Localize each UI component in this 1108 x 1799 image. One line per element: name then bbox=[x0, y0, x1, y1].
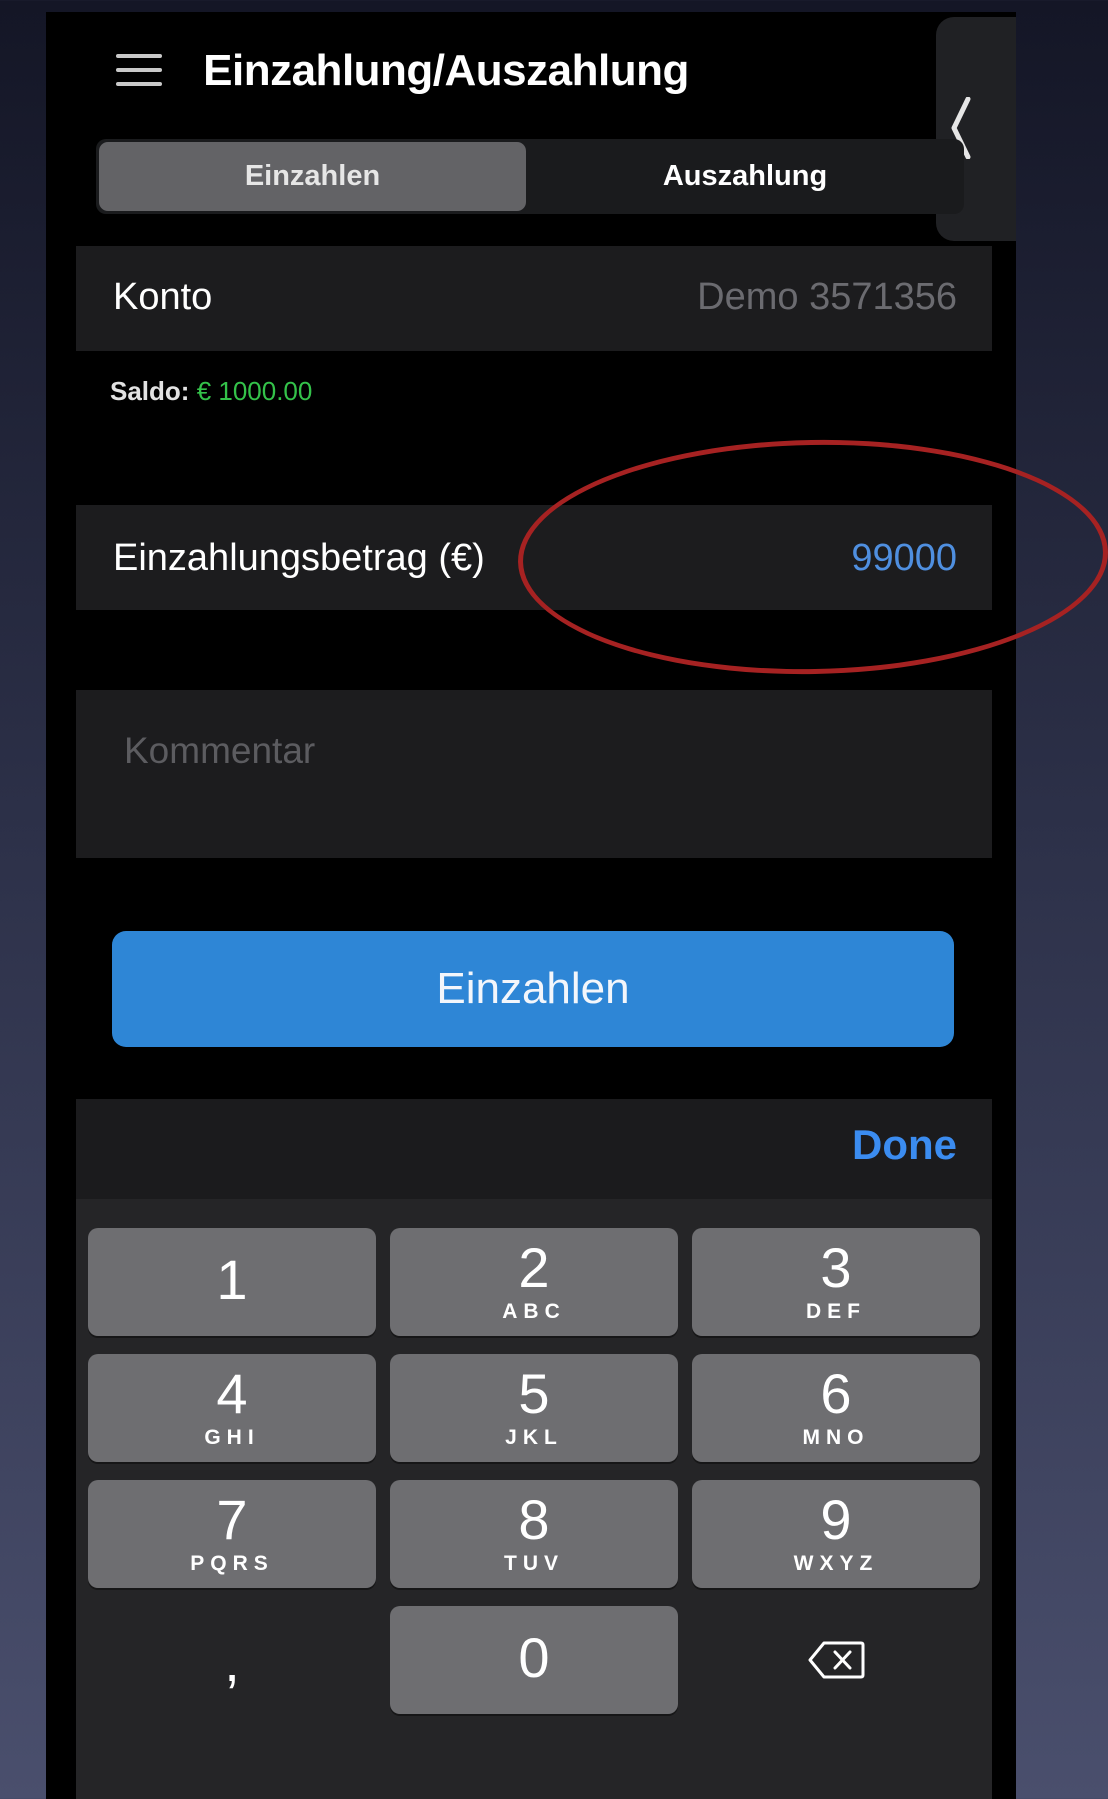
key-digit: 5 bbox=[518, 1362, 550, 1425]
key-backspace[interactable] bbox=[692, 1606, 980, 1714]
tab-auszahlung[interactable]: Auszahlung bbox=[526, 142, 964, 211]
key-0[interactable]: 0 bbox=[390, 1606, 678, 1714]
key-8[interactable]: 8 TUV bbox=[390, 1480, 678, 1588]
comment-field[interactable] bbox=[76, 690, 992, 858]
key-digit: 7 bbox=[216, 1488, 248, 1551]
deposit-submit-button[interactable]: Einzahlen bbox=[112, 931, 954, 1047]
key-9[interactable]: 9 WXYZ bbox=[692, 1480, 980, 1588]
keyboard-toolbar: Done bbox=[76, 1099, 992, 1199]
account-value: Demo 3571356 bbox=[697, 276, 957, 318]
app-screen: Einzahlung/Auszahlung Einzahlen Auszahlu… bbox=[46, 12, 1016, 1799]
account-label: Konto bbox=[113, 276, 213, 318]
deposit-amount-label: Einzahlungsbetrag (€) bbox=[113, 537, 485, 579]
backspace-icon bbox=[808, 1641, 865, 1679]
key-7[interactable]: 7 PQRS bbox=[88, 1480, 376, 1588]
key-4[interactable]: 4 GHI bbox=[88, 1354, 376, 1462]
balance-label: Saldo: bbox=[110, 376, 190, 406]
key-letters: PQRS bbox=[190, 1552, 274, 1575]
key-digit: 0 bbox=[518, 1626, 550, 1689]
done-button[interactable]: Done bbox=[852, 1121, 957, 1169]
balance-text: Saldo: € 1000.00 bbox=[110, 376, 312, 407]
key-letters: MNO bbox=[802, 1426, 870, 1449]
key-3[interactable]: 3 DEF bbox=[692, 1228, 980, 1336]
numeric-keypad: Done 1 2 ABC 3 DEF 4 GHI 5 JKL 6 MNO 7 P… bbox=[76, 1099, 992, 1799]
key-letters: TUV bbox=[504, 1552, 564, 1575]
key-digit: 9 bbox=[820, 1488, 852, 1551]
key-letters: WXYZ bbox=[793, 1552, 879, 1575]
page-title: Einzahlung/Auszahlung bbox=[203, 46, 689, 95]
key-digit: 6 bbox=[820, 1362, 852, 1425]
tab-einzahlen[interactable]: Einzahlen bbox=[99, 142, 526, 211]
account-row[interactable]: Konto Demo 3571356 bbox=[76, 246, 992, 351]
key-digit: 2 bbox=[518, 1236, 550, 1299]
key-digit: 4 bbox=[216, 1362, 248, 1425]
key-letters: ABC bbox=[502, 1300, 566, 1323]
key-digit: , bbox=[224, 1630, 240, 1693]
key-5[interactable]: 5 JKL bbox=[390, 1354, 678, 1462]
key-comma[interactable]: , bbox=[88, 1606, 376, 1714]
hamburger-menu-icon[interactable] bbox=[116, 50, 162, 90]
key-digit: 3 bbox=[820, 1236, 852, 1299]
key-6[interactable]: 6 MNO bbox=[692, 1354, 980, 1462]
deposit-withdraw-segmented-control: Einzahlen Auszahlung bbox=[96, 139, 964, 214]
key-1[interactable]: 1 bbox=[88, 1228, 376, 1336]
key-letters: JKL bbox=[505, 1426, 563, 1449]
key-2[interactable]: 2 ABC bbox=[390, 1228, 678, 1336]
key-digit: 1 bbox=[216, 1248, 248, 1311]
key-digit: 8 bbox=[518, 1488, 550, 1551]
key-letters: DEF bbox=[806, 1300, 866, 1323]
key-letters: GHI bbox=[204, 1426, 260, 1449]
balance-value: € 1000.00 bbox=[196, 376, 313, 406]
